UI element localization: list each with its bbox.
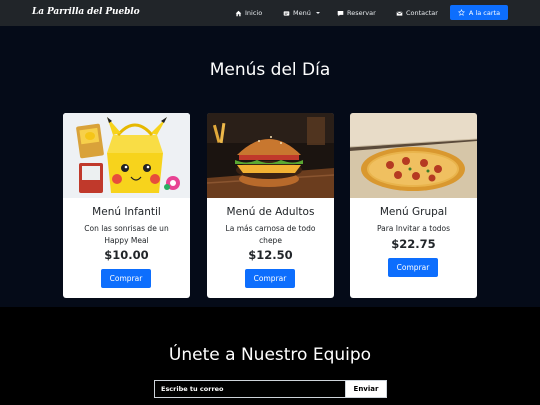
nav-link-contactar[interactable]: Contactar [396, 9, 438, 17]
menu-card-icon [283, 10, 290, 16]
chevron-down-icon [315, 12, 320, 14]
star-icon [457, 9, 465, 16]
nav-link-label: Inicio [245, 9, 263, 17]
pizza-image [350, 113, 477, 198]
card-price: $10.00 [104, 248, 149, 262]
nav-link-reservar[interactable]: Reservar [337, 9, 376, 17]
menus-section: Menús del Día Menú Infantil Con las sonr… [0, 26, 540, 307]
nav-link-label: Contactar [406, 9, 438, 17]
card-description: Para Invitar a todos [376, 224, 451, 233]
join-title: Únete a Nuestro Equipo [168, 345, 372, 365]
brand-logo[interactable]: La Parrilla del Pueblo [32, 7, 140, 17]
card-description: Con las sonrisas de un Happy Meal [84, 224, 169, 245]
card-description: La más carnosa de todo chepe [225, 224, 316, 245]
menus-title: Menús del Día [209, 60, 331, 80]
nav-link-inicio[interactable]: Inicio [235, 9, 262, 17]
nav-link-label: Reservar [347, 9, 376, 17]
card-price: $22.75 [391, 237, 436, 251]
menu-card-infantil: Menú Infantil Con las sonrisas de un Hap… [63, 113, 190, 298]
chat-icon [337, 10, 344, 16]
burger-image [207, 113, 334, 198]
card-title: Menú Infantil [92, 206, 161, 218]
home-icon [235, 10, 242, 16]
a-la-carta-button[interactable]: A la carta [450, 5, 508, 20]
top-navbar: La Parrilla del Pueblo Inicio Menú Reser… [0, 0, 540, 26]
buy-button[interactable]: Comprar [101, 269, 151, 288]
menu-card-adultos: Menú de Adultos La más carnosa de todo c… [207, 113, 334, 298]
card-price: $12.50 [248, 248, 293, 262]
envelope-icon [396, 11, 403, 16]
buy-button[interactable]: Comprar [245, 269, 295, 288]
email-input[interactable]: Escribe tu correo [154, 380, 345, 398]
nav-link-label: Menú [293, 9, 311, 17]
menu-card-grupal: Menú Grupal Para Invitar a todos $22.75 … [350, 113, 477, 298]
happy-meal-box-image [63, 113, 190, 198]
join-team-section: Únete a Nuestro Equipo Escribe tu correo… [0, 307, 540, 405]
card-title: Menú de Adultos [226, 206, 315, 218]
nav-link-menu[interactable]: Menú [283, 9, 320, 17]
send-button[interactable]: Enviar [345, 380, 387, 398]
card-title: Menú Grupal [379, 206, 448, 218]
buy-button[interactable]: Comprar [388, 258, 438, 277]
cart-button-label: A la carta [468, 8, 501, 17]
